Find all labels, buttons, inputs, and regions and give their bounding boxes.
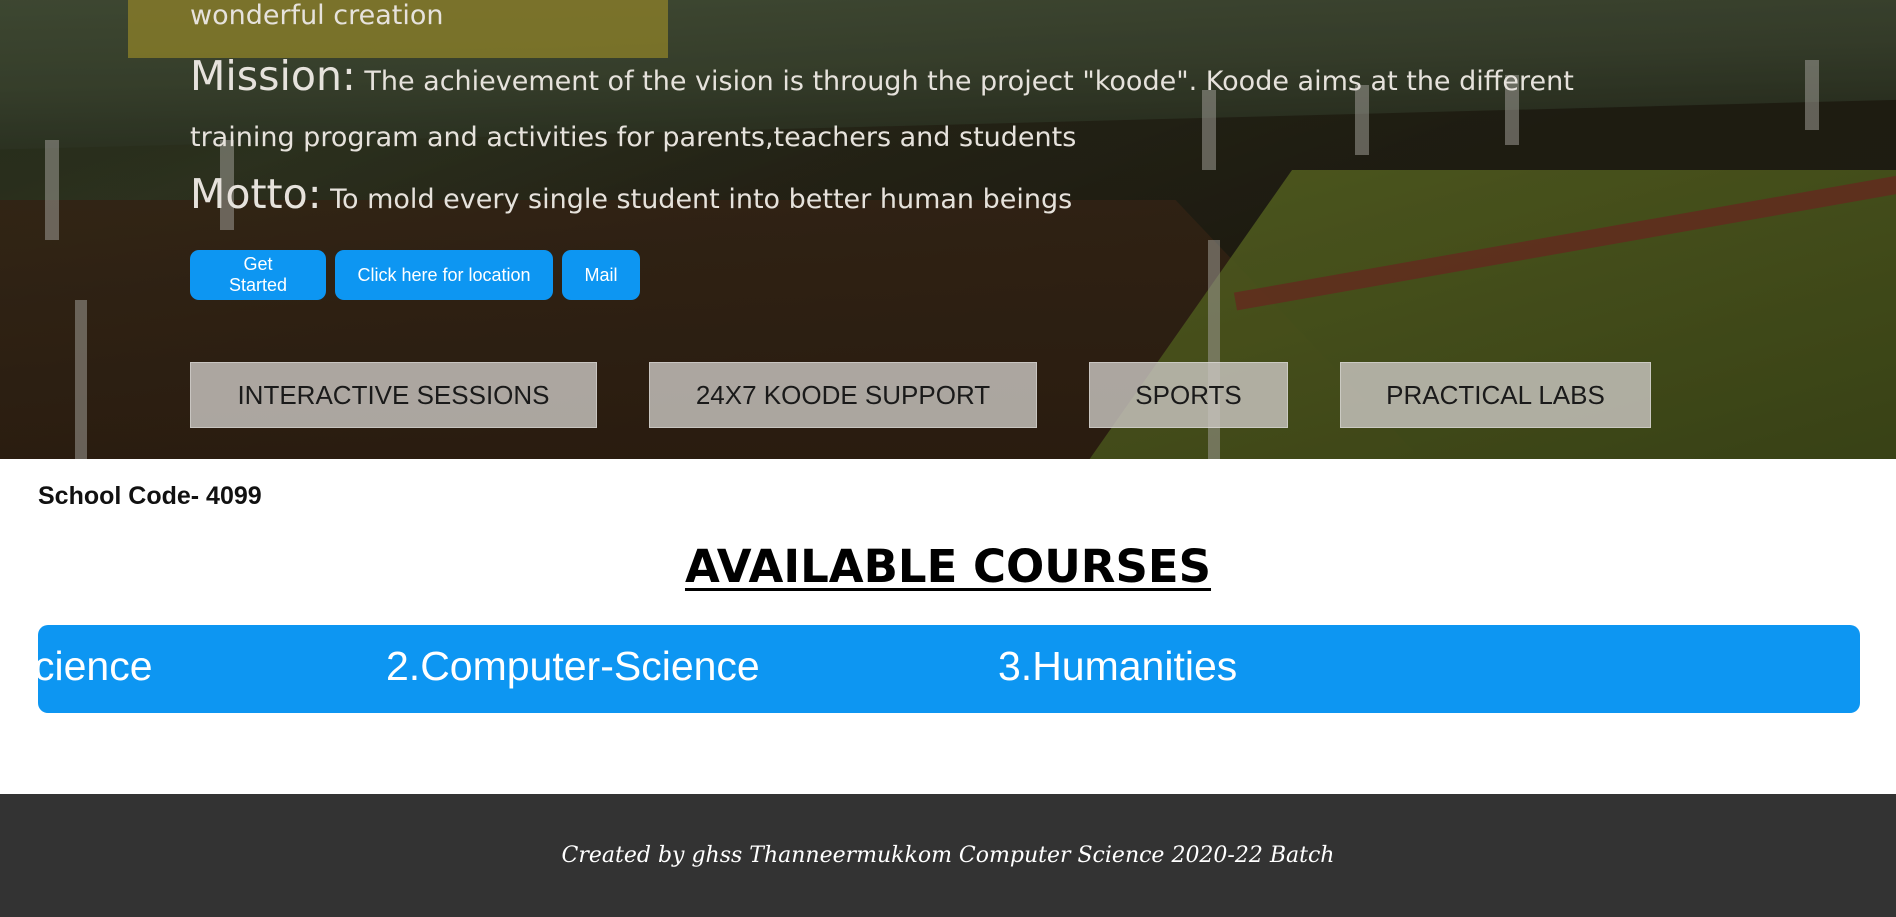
- get-started-button[interactable]: Get Started: [190, 250, 326, 300]
- school-code: School Code- 4099: [38, 482, 262, 510]
- mission-label: Mission:: [190, 52, 356, 100]
- hero-button-row: Get Started Click here for location Mail: [190, 250, 640, 300]
- footer: Created by ghss Thanneermukkom Computer …: [0, 794, 1896, 917]
- course-item: 3.Humanities: [998, 643, 1238, 689]
- feature-sports: SPORTS: [1089, 362, 1288, 428]
- mission-text: The achievement of the vision is through…: [190, 66, 1574, 153]
- feature-koode-support: 24X7 KOODE SUPPORT: [649, 362, 1037, 428]
- motto-text: To mold every single student into better…: [330, 184, 1073, 215]
- feature-interactive-sessions: INTERACTIVE SESSIONS: [190, 362, 597, 428]
- hero-section: wonderful creation Mission: The achievem…: [0, 0, 1896, 459]
- motto-paragraph: Motto: To mold every single student into…: [190, 166, 1640, 228]
- mail-button[interactable]: Mail: [562, 250, 640, 300]
- course-item: cience: [38, 643, 153, 689]
- vision-text-tail: wonderful creation: [190, 0, 444, 31]
- course-item: 2.Computer-Science: [386, 643, 760, 689]
- motto-label: Motto:: [190, 170, 322, 218]
- footer-credit: Created by ghss Thanneermukkom Computer …: [561, 843, 1335, 868]
- mission-paragraph: Mission: The achievement of the vision i…: [190, 48, 1640, 166]
- courses-title: AVAILABLE COURSES: [684, 540, 1212, 593]
- courses-marquee: cience 2.Computer-Science 3.Humanities: [38, 625, 1860, 713]
- feature-row: INTERACTIVE SESSIONS 24X7 KOODE SUPPORT …: [190, 362, 1651, 428]
- location-button[interactable]: Click here for location: [335, 250, 553, 300]
- feature-practical-labs: PRACTICAL LABS: [1340, 362, 1651, 428]
